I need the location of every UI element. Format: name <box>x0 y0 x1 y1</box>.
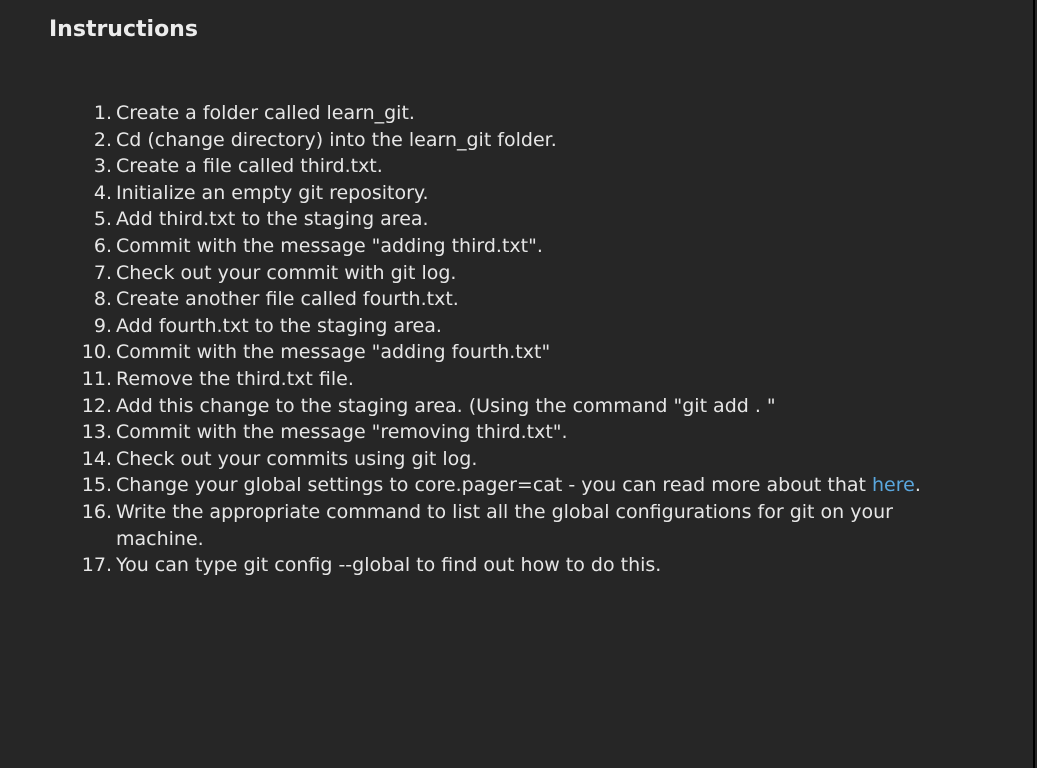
step-text: Change your global settings to core.page… <box>116 474 872 497</box>
step-text: Commit with the message "adding third.tx… <box>116 234 543 257</box>
step-text: Cd (change directory) into the learn_git… <box>116 128 557 151</box>
list-item: 3. Create a file called third.txt. <box>0 153 1000 180</box>
list-item: 11. Remove the third.txt file. <box>0 366 1000 393</box>
list-item: 14. Check out your commits using git log… <box>0 446 1000 473</box>
step-number: 16. <box>81 500 112 523</box>
list-item: 8. Create another file called fourth.txt… <box>0 286 1000 313</box>
step-number: 8. <box>93 288 112 311</box>
step-text: Commit with the message "removing third.… <box>116 421 568 444</box>
step-number: 6. <box>93 234 112 257</box>
step-number: 14. <box>81 447 112 470</box>
list-item: 17. You can type git config --global to … <box>0 552 1000 579</box>
step-text: Check out your commits using git log. <box>116 447 478 470</box>
list-item: 4. Initialize an empty git repository. <box>0 180 1000 207</box>
step-number: 13. <box>81 421 112 444</box>
step-number: 15. <box>81 474 112 497</box>
list-item: 13. Commit with the message "removing th… <box>0 419 1000 446</box>
step-text: Create a file called third.txt. <box>116 155 383 178</box>
step-number: 7. <box>93 261 112 284</box>
step-number: 17. <box>81 554 112 577</box>
step-text: Write the appropriate command to list al… <box>116 500 893 550</box>
step-text: Check out your commit with git log. <box>116 261 457 284</box>
step-text-wrapper: Change your global settings to core.page… <box>112 472 976 499</box>
step-number: 2. <box>93 128 112 151</box>
list-item: 9. Add fourth.txt to the staging area. <box>0 313 1000 340</box>
step-text: You can type git config --global to find… <box>116 554 662 577</box>
step-number: 5. <box>93 208 112 231</box>
step-number: 10. <box>81 341 112 364</box>
step-text: Add this change to the staging area. (Us… <box>116 394 776 417</box>
step-text-suffix: . <box>914 474 921 497</box>
step-text: Create a folder called learn_git. <box>116 102 415 124</box>
step-number: 11. <box>81 367 112 390</box>
step-text: Create another file called fourth.txt. <box>116 288 459 311</box>
step-number: 12. <box>81 394 112 417</box>
list-item: 2. Cd (change directory) into the learn_… <box>0 127 1000 154</box>
instructions-heading: Instructions <box>49 17 198 42</box>
list-item: 10. Commit with the message "adding four… <box>0 339 1000 366</box>
step-text: Add third.txt to the staging area. <box>116 208 429 231</box>
list-item: 1. Create a folder called learn_git. <box>0 100 1000 127</box>
step-number: 1. <box>93 102 112 124</box>
list-item: 12. Add this change to the staging area.… <box>0 393 1000 420</box>
here-link[interactable]: here <box>872 474 915 496</box>
list-item: 16. Write the appropriate command to lis… <box>0 499 1000 552</box>
list-item: 6. Commit with the message "adding third… <box>0 233 1000 260</box>
step-text: Add fourth.txt to the staging area. <box>116 314 442 337</box>
step-number: 4. <box>93 181 112 204</box>
list-item: 15. Change your global settings to core.… <box>0 472 1000 499</box>
step-text: Remove the third.txt file. <box>116 367 354 390</box>
instructions-list: 1. Create a folder called learn_git. 2. … <box>0 100 1000 579</box>
step-text: Initialize an empty git repository. <box>116 181 429 204</box>
step-number: 3. <box>93 155 112 178</box>
step-text: Commit with the message "adding fourth.t… <box>116 341 551 364</box>
list-item: 7. Check out your commit with git log. <box>0 260 1000 287</box>
list-item: 5. Add third.txt to the staging area. <box>0 206 1000 233</box>
step-number: 9. <box>93 314 112 337</box>
instructions-panel: Instructions 1. Create a folder called l… <box>0 0 1035 768</box>
